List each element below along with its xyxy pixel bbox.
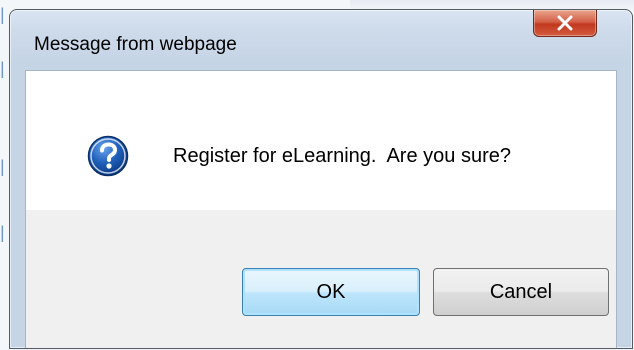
cancel-button[interactable]: Cancel [433,268,609,316]
ok-button[interactable]: OK [242,268,420,316]
question-icon [87,135,129,177]
message-dialog: Message from webpage Register for eLearn… [9,9,633,349]
dialog-message: Register for eLearning. Are you sure? [173,145,511,167]
dialog-button-area: OK Cancel [25,210,617,348]
dialog-titlebar[interactable]: Message from webpage [10,10,632,70]
dialog-title: Message from webpage [34,34,237,55]
close-button[interactable] [533,10,597,37]
page: | | | | Message from webpage Register fo… [0,0,634,350]
dialog-content: Register for eLearning. Are you sure? [25,70,617,210]
close-icon [557,15,573,31]
